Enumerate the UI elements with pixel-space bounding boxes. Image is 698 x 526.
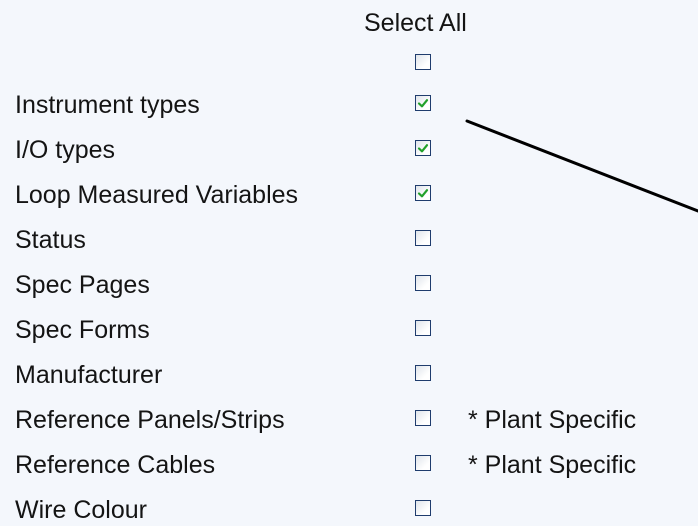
instrument-types-checkbox[interactable] — [415, 95, 431, 111]
io-types-checkbox[interactable] — [415, 140, 431, 156]
option-row-manufacturer: Manufacturer — [0, 359, 698, 391]
option-row-io-types: I/O types — [0, 134, 698, 166]
option-label-loop-measured-variables: Loop Measured Variables — [15, 181, 299, 209]
option-label-io-types: I/O types — [15, 136, 116, 164]
manufacturer-checkbox[interactable] — [415, 365, 431, 381]
loop-measured-variables-checkbox[interactable] — [415, 185, 431, 201]
select-all-checkbox[interactable] — [415, 54, 431, 70]
option-label-spec-pages: Spec Pages — [15, 271, 150, 299]
option-label-status: Status — [15, 226, 86, 254]
reference-panels-strips-checkbox[interactable] — [415, 410, 431, 426]
select-all-row — [0, 48, 698, 80]
spec-forms-checkbox[interactable] — [415, 320, 431, 336]
option-label-spec-forms: Spec Forms — [15, 316, 150, 344]
option-label-manufacturer: Manufacturer — [15, 361, 163, 389]
status-checkbox[interactable] — [415, 230, 431, 246]
option-label-wire-colour: Wire Colour — [15, 496, 147, 524]
option-row-reference-panels-strips: Reference Panels/Strips * Plant Specific — [0, 404, 698, 436]
option-label-instrument-types: Instrument types — [15, 91, 200, 119]
checkmark-icon — [417, 189, 429, 198]
plant-specific-note: * Plant Specific — [468, 451, 637, 479]
option-row-wire-colour: Wire Colour — [0, 494, 698, 526]
option-label-reference-panels-strips: Reference Panels/Strips — [15, 406, 285, 434]
option-row-status: Status — [0, 224, 698, 256]
option-row-loop-measured-variables: Loop Measured Variables — [0, 179, 698, 211]
spec-pages-checkbox[interactable] — [415, 275, 431, 291]
option-label-reference-cables: Reference Cables — [15, 451, 216, 479]
options-panel: Select All Instrument types I/O types Lo… — [0, 0, 698, 526]
reference-cables-checkbox[interactable] — [415, 455, 431, 471]
option-row-instrument-types: Instrument types — [0, 89, 698, 121]
checkmark-icon — [417, 99, 429, 108]
option-row-spec-forms: Spec Forms — [0, 314, 698, 346]
wire-colour-checkbox[interactable] — [415, 500, 431, 516]
plant-specific-note: * Plant Specific — [468, 406, 637, 434]
checkmark-icon — [417, 144, 429, 153]
select-all-label: Select All — [364, 9, 467, 37]
option-row-reference-cables: Reference Cables * Plant Specific — [0, 449, 698, 481]
option-row-spec-pages: Spec Pages — [0, 269, 698, 301]
